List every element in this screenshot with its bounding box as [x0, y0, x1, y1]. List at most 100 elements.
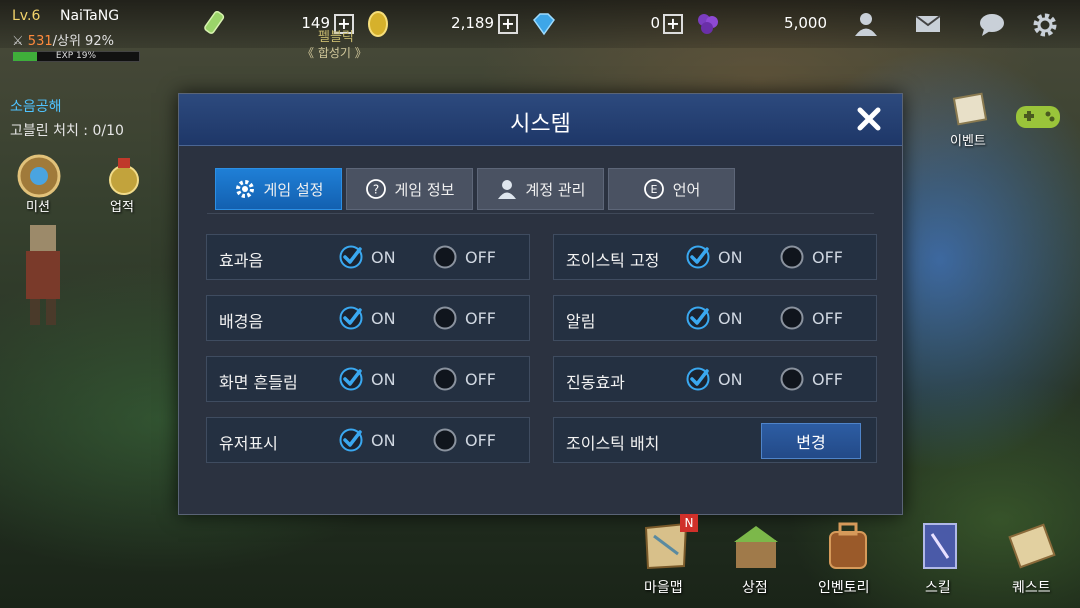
setting-label: 조이스틱 고정: [566, 251, 660, 270]
system-dialog: 시스템 게임 설정 ? 게임 정보 계정 관리 E 언어 효과음 ON OFF …: [178, 93, 903, 515]
potion-icon[interactable]: [200, 8, 230, 38]
player-character: [26, 225, 60, 325]
off-label: OFF: [812, 369, 843, 389]
on-label: ON: [718, 247, 743, 267]
close-icon[interactable]: [852, 102, 886, 136]
checked-radio-icon: [339, 367, 363, 391]
setting-label: 배경음: [219, 312, 264, 331]
gear-icon: [235, 180, 254, 198]
mail-icon[interactable]: [914, 13, 942, 35]
mission-icon[interactable]: [14, 150, 64, 202]
option-off[interactable]: OFF: [780, 244, 843, 270]
event-label[interactable]: 이벤트: [950, 130, 986, 149]
option-on[interactable]: ON: [686, 366, 743, 392]
purple-amount: 0: [650, 14, 660, 32]
menu-quest[interactable]: 퀘스트: [1012, 577, 1051, 597]
settings-gear-icon[interactable]: [1031, 11, 1059, 39]
new-badge: N: [680, 514, 698, 532]
quest-progress[interactable]: 고블린 처치 : 0/10: [10, 120, 124, 140]
area-subtitle: 《 합성기 》: [302, 46, 367, 60]
points-amount: 5,000: [784, 14, 827, 32]
on-label: ON: [371, 308, 396, 328]
option-on[interactable]: ON: [686, 305, 743, 331]
setting-row: 조이스틱 고정 ON OFF: [553, 234, 877, 280]
option-on[interactable]: ON: [339, 427, 396, 453]
option-on[interactable]: ON: [686, 244, 743, 270]
setting-label: 화면 흔들림: [219, 373, 298, 392]
menu-skill[interactable]: 스킬: [925, 577, 951, 597]
dialog-title: 시스템: [510, 112, 571, 137]
option-on[interactable]: ON: [339, 366, 396, 392]
chat-icon[interactable]: [978, 11, 1006, 37]
unchecked-radio-icon: [433, 428, 457, 452]
tab-label: 언어: [672, 180, 701, 199]
option-off[interactable]: OFF: [433, 366, 496, 392]
menu-village-map[interactable]: 마을맵: [644, 577, 683, 597]
checked-radio-icon: [339, 306, 363, 330]
menu-inventory[interactable]: 인벤토리: [818, 577, 870, 597]
event-icon[interactable]: [950, 92, 990, 128]
shop-icon[interactable]: [730, 520, 782, 572]
tab-label: 게임 정보: [394, 180, 455, 199]
tab-label: 계정 관리: [525, 180, 586, 199]
on-label: ON: [371, 430, 396, 450]
power-value: 531: [27, 34, 53, 49]
quest-title[interactable]: 소음공해: [10, 96, 62, 116]
friends-icon[interactable]: [852, 11, 880, 37]
swords-icon: ⚔: [12, 34, 24, 49]
question-icon: ?: [365, 179, 386, 199]
checked-radio-icon: [686, 367, 710, 391]
checked-radio-icon: [686, 306, 710, 330]
top-hud: Lv.6 NaiTaNG ⚔ 531/상위 92% EXP 19% 149 + …: [0, 0, 1080, 62]
tab-game-info[interactable]: ? 게임 정보: [346, 168, 473, 210]
off-label: OFF: [812, 308, 843, 328]
setting-label: 조이스틱 배치: [566, 434, 660, 453]
player-name: NaiTaNG: [60, 8, 120, 24]
person-icon: [497, 180, 516, 199]
on-label: ON: [371, 247, 396, 267]
exp-bar: EXP 19%: [12, 51, 140, 62]
setting-row-joystick-layout: 조이스틱 배치 변경: [553, 417, 877, 463]
rank-text: /상위 92%: [52, 34, 114, 49]
menu-shop[interactable]: 상점: [742, 577, 768, 597]
mission-label[interactable]: 미션: [26, 196, 50, 215]
player-power: ⚔ 531/상위 92%: [12, 30, 114, 49]
tab-game-settings[interactable]: 게임 설정: [215, 168, 342, 210]
skill-book-icon[interactable]: [914, 520, 966, 572]
setting-label: 알림: [566, 312, 596, 331]
option-on[interactable]: ON: [339, 244, 396, 270]
inventory-bag-icon[interactable]: [822, 520, 874, 572]
checked-radio-icon: [339, 245, 363, 269]
add-purple-button[interactable]: +: [663, 14, 683, 34]
on-label: ON: [718, 308, 743, 328]
setting-row: 화면 흔들림 ON OFF: [206, 356, 530, 402]
setting-row: 효과음 ON OFF: [206, 234, 530, 280]
achievement-label[interactable]: 업적: [110, 196, 134, 215]
dialog-header: 시스템: [179, 94, 902, 146]
achievement-icon[interactable]: [104, 156, 144, 200]
option-off[interactable]: OFF: [780, 305, 843, 331]
change-button[interactable]: 변경: [761, 423, 861, 459]
add-gem-button[interactable]: +: [498, 14, 518, 34]
setting-row: 진동효과 ON OFF: [553, 356, 877, 402]
off-label: OFF: [465, 369, 496, 389]
option-off[interactable]: OFF: [780, 366, 843, 392]
option-off[interactable]: OFF: [433, 244, 496, 270]
setting-label: 효과음: [219, 251, 264, 270]
option-on[interactable]: ON: [339, 305, 396, 331]
gamepad-icon[interactable]: [1014, 100, 1062, 132]
tab-language[interactable]: E 언어: [608, 168, 735, 210]
tab-divider: [207, 213, 874, 214]
unchecked-radio-icon: [780, 306, 804, 330]
tab-account[interactable]: 계정 관리: [477, 168, 604, 210]
quest-scroll-icon[interactable]: [1006, 520, 1058, 572]
option-off[interactable]: OFF: [433, 305, 496, 331]
unchecked-radio-icon: [433, 306, 457, 330]
off-label: OFF: [465, 308, 496, 328]
option-off[interactable]: OFF: [433, 427, 496, 453]
unchecked-radio-icon: [433, 367, 457, 391]
svg-text:?: ?: [372, 183, 378, 197]
off-label: OFF: [465, 247, 496, 267]
unchecked-radio-icon: [780, 367, 804, 391]
checked-radio-icon: [339, 428, 363, 452]
